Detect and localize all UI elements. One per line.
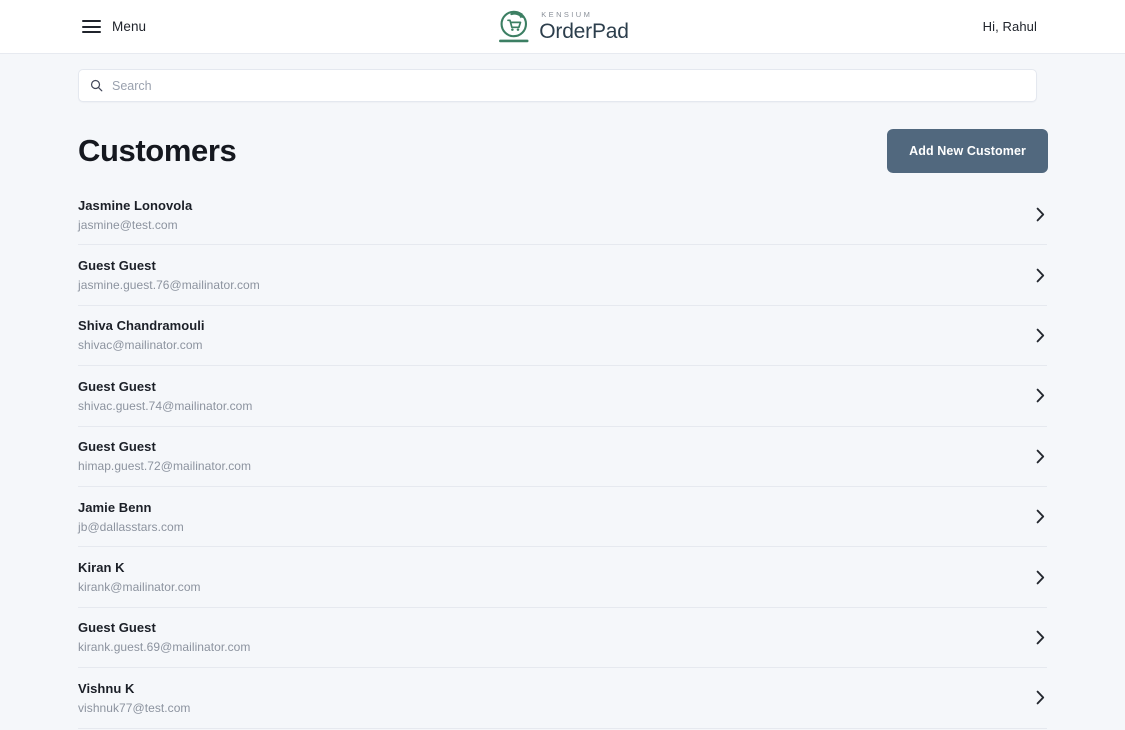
search-box[interactable] [78,69,1037,102]
customer-row-0[interactable]: Jasmine Lonovola jasmine@test.com [78,185,1047,246]
chevron-right-icon[interactable] [1036,690,1045,705]
customer-email: jasmine.guest.76@mailinator.com [78,278,260,293]
user-greeting[interactable]: Hi, Rahul [983,19,1101,34]
search-icon [90,79,103,92]
customer-list: Jasmine Lonovola jasmine@test.com Guest … [78,185,1047,729]
customer-info: Guest Guest himap.guest.72@mailinator.co… [78,439,251,473]
menu-button-label: Menu [112,19,147,34]
page-content: Customers Add New Customer Jasmine Lonov… [0,69,1125,729]
customer-name: Guest Guest [78,378,156,394]
customer-info: Shiva Chandramouli shivac@mailinator.com [78,318,205,352]
customer-email: himap.guest.72@mailinator.com [78,459,252,474]
customer-row-7[interactable]: Guest Guest kirank.guest.69@mailinator.c… [78,608,1047,669]
chevron-right-icon[interactable] [1036,570,1045,585]
customer-name: Vishnu K [78,680,135,696]
customer-row-5[interactable]: Jamie Benn jb@dallasstars.com [78,487,1047,548]
customer-row-4[interactable]: Guest Guest himap.guest.72@mailinator.co… [78,427,1047,487]
customer-info: Guest Guest shivac.guest.74@mailinator.c… [78,379,252,413]
chevron-right-icon[interactable] [1036,449,1045,464]
chevron-right-icon[interactable] [1036,388,1045,403]
customer-info: Jasmine Lonovola jasmine@test.com [78,198,192,232]
customer-email: jb@dallasstars.com [78,519,184,534]
customer-email: kirank.guest.69@mailinator.com [78,640,251,655]
chevron-right-icon[interactable] [1036,328,1045,343]
customer-info: Guest Guest jasmine.guest.76@mailinator.… [78,258,260,292]
customer-email: vishnuk77@test.com [78,700,191,715]
customer-name: Jasmine Lonovola [78,197,193,213]
customer-row-1[interactable]: Guest Guest jasmine.guest.76@mailinator.… [78,245,1047,306]
cart-refresh-circle-icon [498,10,528,42]
customer-info: Kiran K kirank@mailinator.com [78,560,201,594]
customer-email: jasmine@test.com [78,217,178,232]
customer-name: Jamie Benn [78,499,152,515]
customer-info: Jamie Benn jb@dallasstars.com [78,500,184,534]
customer-info: Guest Guest kirank.guest.69@mailinator.c… [78,620,250,654]
customer-email: shivac.guest.74@mailinator.com [78,398,253,413]
chevron-right-icon[interactable] [1036,207,1045,222]
add-new-customer-button[interactable]: Add New Customer [887,129,1048,173]
customer-name: Kiran K [78,560,125,576]
logo-brand-small: KENSIUM [541,9,593,19]
chevron-right-icon[interactable] [1036,268,1045,283]
page-title-row: Customers Add New Customer [78,126,1048,176]
customer-row-2[interactable]: Shiva Chandramouli shivac@mailinator.com [78,306,1047,367]
customer-email: kirank@mailinator.com [78,580,201,595]
chevron-right-icon[interactable] [1036,509,1045,524]
app-header: Menu KENSIUM OrderPad Hi, Rahul [0,0,1125,54]
customer-name: Guest Guest [78,620,156,636]
chevron-right-icon[interactable] [1036,630,1045,645]
logo-brand-main: OrderPad [539,20,629,44]
customer-email: shivac@mailinator.com [78,338,203,353]
page-title: Customers [78,133,237,168]
menu-button[interactable]: Menu [82,19,146,34]
search-bar [78,69,1047,102]
hamburger-icon [82,20,101,33]
customer-name: Shiva Chandramouli [78,318,205,334]
app-logo[interactable]: KENSIUM OrderPad [496,9,629,45]
customer-info: Vishnu K vishnuk77@test.com [78,681,190,715]
customer-name: Guest Guest [78,258,156,274]
customer-row-8[interactable]: Vishnu K vishnuk77@test.com [78,668,1047,729]
search-input[interactable] [112,78,1025,93]
customer-row-6[interactable]: Kiran K kirank@mailinator.com [78,547,1047,608]
customer-name: Guest Guest [78,439,156,455]
customer-row-3[interactable]: Guest Guest shivac.guest.74@mailinator.c… [78,366,1047,427]
